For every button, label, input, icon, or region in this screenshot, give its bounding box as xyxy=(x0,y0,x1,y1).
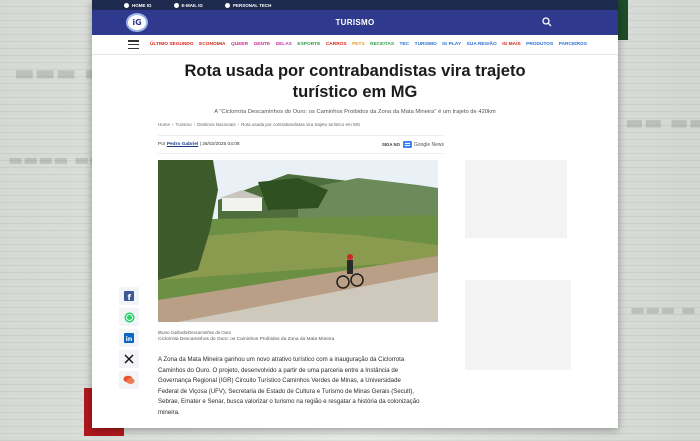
top-bar: HOME IG E-MAIL IG PERSONAL TECH xyxy=(92,0,618,10)
breadcrumb: Home › Turismo › Destinos Nacionais › Rota usa… xyxy=(158,122,444,127)
top-bar-item-label: HOME IG xyxy=(132,2,152,8)
background-newspaper-print: ▬▬ ▬▬ xyxy=(625,110,700,134)
x-share-button[interactable] xyxy=(119,350,139,368)
byline-prefix: Por xyxy=(158,142,166,147)
hamburger-icon[interactable] xyxy=(128,40,139,49)
nav-item[interactable]: IG MAIS xyxy=(502,42,520,47)
article-content: Home › Turismo › Destinos Nacionais › Rota usa… xyxy=(158,122,444,418)
category-nav: ÚLTIMO SEGUNDO ECONOMIA QUEER GENTE DELAS ESP… xyxy=(92,35,618,55)
ad-slot xyxy=(465,280,571,370)
mail-icon xyxy=(173,2,179,8)
photo-caption: Ciclorrota Descaminhos do Ouro: os Camin… xyxy=(158,337,335,342)
article-body: A Zona da Mata Mineira ganhou um novo at… xyxy=(158,356,420,416)
top-bar-item-label: PERSONAL TECH xyxy=(232,2,272,8)
follow-google-news[interactable]: SIGA NO Google News xyxy=(382,141,444,148)
browser-page: HOME IG E-MAIL IG PERSONAL TECH iG TURIS… xyxy=(92,0,618,428)
breadcrumb-link[interactable]: Destinos Nacionais xyxy=(197,122,236,127)
nav-items: ÚLTIMO SEGUNDO ECONOMIA QUEER GENTE DELAS ESP… xyxy=(150,42,587,47)
follow-label: SIGA NO xyxy=(381,142,400,147)
search-icon[interactable] xyxy=(542,17,552,27)
section-title[interactable]: TURISMO xyxy=(336,18,375,27)
byline-row: Por Pedro Gabriel | 26/02/2025 04:08 SIG… xyxy=(158,135,444,154)
computer-icon xyxy=(224,2,230,8)
breadcrumb-link[interactable]: Home xyxy=(158,122,170,127)
background-newspaper-print: ▬▬▬ ▬ xyxy=(630,300,697,319)
whatsapp-share-button[interactable] xyxy=(119,308,139,326)
article-headline: Rota usada por contrabandistas vira traj… xyxy=(184,62,526,101)
nav-item[interactable]: ESPORTE xyxy=(297,42,320,47)
article-photo[interactable] xyxy=(158,160,438,322)
linkedin-icon: in xyxy=(124,333,134,343)
share-bar: f in xyxy=(119,287,139,389)
nav-item[interactable]: QUEER xyxy=(231,42,248,47)
top-bar-item-email[interactable]: E-MAIL IG xyxy=(173,2,203,8)
facebook-share-button[interactable]: f xyxy=(119,287,139,305)
breadcrumb-separator: › xyxy=(193,122,196,127)
nav-item[interactable]: SUA REGIÃO xyxy=(467,42,497,47)
google-news-button[interactable]: Google News xyxy=(402,141,444,148)
section-header: iG TURISMO xyxy=(92,10,618,35)
linkedin-share-button[interactable]: in xyxy=(119,329,139,347)
nav-item[interactable]: ECONOMIA xyxy=(199,42,225,47)
breadcrumb-link[interactable]: Rota usada por contrabandistas vira traj… xyxy=(241,122,360,127)
nav-item[interactable]: DELAS xyxy=(276,42,292,47)
photo-credit: Bruno Gallardo/Descaminhos do Ouro xyxy=(158,330,231,335)
publish-date: | 26/02/2025 04:08 xyxy=(199,142,240,147)
homepage-icon xyxy=(124,2,129,8)
top-bar-item-label: E-MAIL IG xyxy=(181,2,203,8)
google-news-label: Google News xyxy=(413,141,444,148)
facebook-icon: f xyxy=(124,291,134,301)
nav-item[interactable]: ÚLTIMO SEGUNDO xyxy=(150,42,194,47)
author-link[interactable]: Pedro Gabriel xyxy=(167,142,198,147)
nav-item[interactable]: CARROS xyxy=(326,42,347,47)
ad-slot xyxy=(465,160,567,238)
svg-text:in: in xyxy=(126,335,133,343)
breadcrumb-separator: › xyxy=(172,122,174,127)
nav-item[interactable]: RECEITAS xyxy=(370,42,394,47)
comments-icon xyxy=(123,375,135,384)
nav-item[interactable]: IG PLAY xyxy=(442,42,461,47)
article-subtitle: A "Ciclorrota Descaminhos do Ouro: os Ca… xyxy=(214,109,496,115)
nav-item[interactable]: PRODUTOS xyxy=(526,42,553,47)
nav-item[interactable]: GENTE xyxy=(254,42,271,47)
photo-cyclist xyxy=(347,260,353,274)
byline: Por Pedro Gabriel | 26/02/2025 04:08 xyxy=(158,142,240,147)
google-news-icon xyxy=(402,141,412,148)
nav-item[interactable]: PETS xyxy=(352,42,365,47)
comments-button[interactable] xyxy=(119,371,139,389)
photo-cyclist-helmet xyxy=(347,254,353,260)
nav-item[interactable]: TEC xyxy=(400,42,410,47)
x-icon xyxy=(124,354,134,364)
top-bar-item-home[interactable]: HOME IG xyxy=(124,2,152,8)
breadcrumb-link[interactable]: Turismo xyxy=(176,122,192,127)
breadcrumb-separator: › xyxy=(237,122,240,127)
nav-item[interactable]: PARCEIROS xyxy=(559,42,587,47)
top-bar-item-personal-tech[interactable]: PERSONAL TECH xyxy=(224,2,272,8)
photo-farmhouse xyxy=(222,198,262,211)
svg-text:f: f xyxy=(128,293,132,301)
nav-item[interactable]: TURISMO xyxy=(415,42,437,47)
whatsapp-icon xyxy=(124,312,134,322)
ig-logo[interactable]: iG xyxy=(126,13,148,32)
